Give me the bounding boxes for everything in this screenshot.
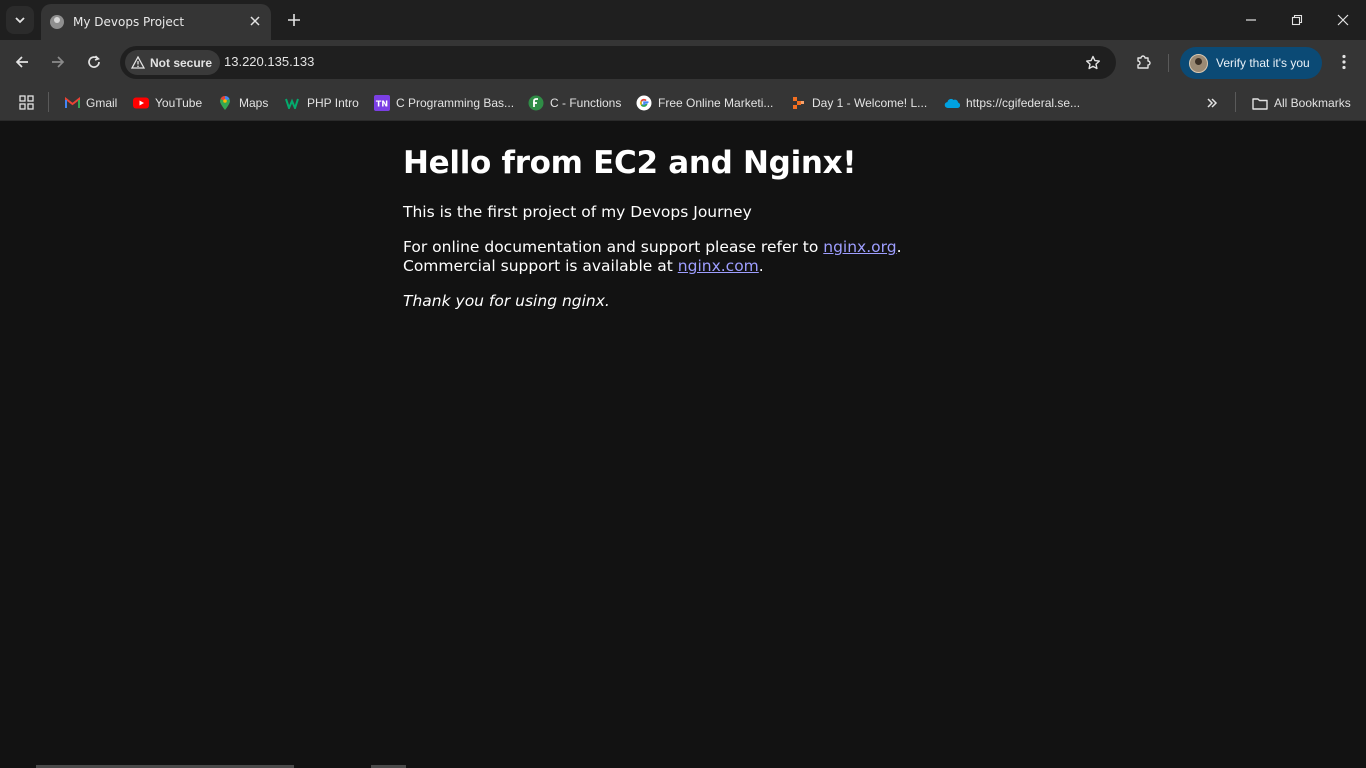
apps-grid-icon bbox=[18, 94, 34, 110]
bookmark-label: PHP Intro bbox=[307, 96, 359, 110]
toolbar-divider bbox=[1168, 54, 1169, 72]
close-icon bbox=[250, 16, 260, 26]
bookmarks-bar: Gmail YouTube Maps PHP Intro TN C Progra… bbox=[0, 85, 1366, 121]
page-content: Hello from EC2 and Nginx! This is the fi… bbox=[403, 143, 963, 311]
bookmark-cgifederal[interactable]: https://cgifederal.se... bbox=[944, 91, 1080, 115]
support-period: . bbox=[758, 257, 764, 275]
nginx-com-link[interactable]: nginx.com bbox=[678, 257, 759, 275]
bookmark-label: Maps bbox=[239, 96, 269, 110]
nginx-org-link[interactable]: nginx.org bbox=[823, 238, 896, 256]
bookmark-free-online-marketing[interactable]: Free Online Marketi... bbox=[636, 91, 773, 115]
bookmark-label: YouTube bbox=[155, 96, 203, 110]
bookmark-label: Free Online Marketi... bbox=[658, 96, 774, 110]
intro-text: This is the first project of my Devops J… bbox=[403, 203, 752, 221]
tab-active[interactable]: My Devops Project bbox=[41, 4, 271, 40]
security-chip[interactable]: Not secure bbox=[125, 50, 221, 75]
browser-menu-button[interactable] bbox=[1330, 48, 1358, 76]
youtube-icon bbox=[133, 95, 149, 111]
bookmark-label: C Programming Bas... bbox=[396, 96, 515, 110]
bookmark-day-1-welcome[interactable]: Day 1 - Welcome! L... bbox=[790, 91, 927, 115]
address-bar[interactable]: Not secure 13.220.135.133 bbox=[120, 46, 1116, 79]
security-label: Not secure bbox=[150, 55, 213, 70]
profile-label: Verify that it's you bbox=[1216, 56, 1310, 70]
url-text[interactable]: 13.220.135.133 bbox=[224, 54, 314, 69]
orange-logo-icon bbox=[790, 95, 806, 111]
bookmark-gmail[interactable]: Gmail bbox=[64, 91, 117, 115]
reload-icon bbox=[88, 55, 100, 68]
bookmark-php-intro[interactable]: PHP Intro bbox=[285, 91, 359, 115]
bookmark-label: C - Functions bbox=[550, 96, 622, 110]
minimize-button[interactable] bbox=[1228, 0, 1274, 40]
close-window-button[interactable] bbox=[1320, 0, 1366, 40]
apps-button[interactable] bbox=[16, 92, 36, 112]
docs-paragraph: For online documentation and support ple… bbox=[403, 238, 963, 276]
toolbar: Not secure 13.220.135.133 Verify that it… bbox=[0, 40, 1366, 85]
thanks-text: Thank you for using nginx. bbox=[403, 292, 610, 310]
window-controls bbox=[1228, 0, 1366, 40]
chevron-double-right-icon bbox=[1207, 98, 1218, 108]
bookmark-label: https://cgifederal.se... bbox=[966, 96, 1081, 110]
tn-icon: TN bbox=[374, 95, 390, 111]
tab-strip: My Devops Project bbox=[0, 0, 1366, 40]
profile-button[interactable]: Verify that it's you bbox=[1180, 47, 1322, 79]
bookmark-label: Gmail bbox=[86, 96, 118, 110]
page-heading: Hello from EC2 and Nginx! bbox=[403, 145, 857, 181]
forward-button[interactable] bbox=[44, 48, 72, 76]
google-icon bbox=[636, 95, 652, 111]
arrow-right-icon bbox=[52, 56, 65, 68]
bookmark-c-functions[interactable]: C - Functions bbox=[528, 91, 621, 115]
arrow-left-icon bbox=[15, 56, 28, 68]
support-text: Commercial support is available at bbox=[403, 257, 678, 275]
close-icon bbox=[1337, 14, 1349, 26]
back-button[interactable] bbox=[8, 48, 36, 76]
bookmarks-divider bbox=[1235, 92, 1236, 112]
maps-icon bbox=[217, 95, 233, 111]
more-bookmarks-button[interactable] bbox=[1202, 93, 1222, 113]
bookmark-c-programming[interactable]: TN C Programming Bas... bbox=[374, 91, 514, 115]
puzzle-icon bbox=[1137, 55, 1151, 69]
tab-close-button[interactable] bbox=[247, 13, 263, 29]
star-icon bbox=[1086, 55, 1100, 70]
globe-icon bbox=[50, 15, 64, 29]
salesforce-cloud-icon bbox=[944, 95, 960, 111]
bookmark-maps[interactable]: Maps bbox=[217, 91, 268, 115]
all-bookmarks-label: All Bookmarks bbox=[1274, 96, 1351, 110]
new-tab-button[interactable] bbox=[282, 8, 306, 32]
chevron-down-icon bbox=[15, 17, 25, 24]
bookmark-label: Day 1 - Welcome! L... bbox=[812, 96, 928, 110]
tab-title: My Devops Project bbox=[73, 15, 185, 29]
bookmark-youtube[interactable]: YouTube bbox=[133, 91, 202, 115]
docs-period: . bbox=[896, 238, 902, 256]
more-vertical-icon bbox=[1342, 54, 1346, 70]
extensions-button[interactable] bbox=[1130, 48, 1158, 76]
minimize-icon bbox=[1246, 19, 1256, 21]
svg-text:TN: TN bbox=[376, 100, 388, 109]
web-page: Hello from EC2 and Nginx! This is the fi… bbox=[0, 121, 1366, 768]
bookmark-star-button[interactable] bbox=[1082, 52, 1104, 74]
all-bookmarks-button[interactable]: All Bookmarks bbox=[1252, 91, 1351, 115]
docs-text: For online documentation and support ple… bbox=[403, 238, 824, 256]
folder-icon bbox=[1252, 95, 1268, 111]
avatar bbox=[1189, 53, 1208, 73]
green-logo-icon bbox=[528, 95, 544, 111]
restore-icon bbox=[1291, 14, 1303, 26]
w3schools-icon bbox=[285, 95, 301, 111]
bookmarks-divider bbox=[48, 92, 49, 112]
warning-icon bbox=[131, 56, 145, 69]
reload-button[interactable] bbox=[80, 48, 108, 76]
gmail-icon bbox=[64, 95, 80, 111]
plus-icon bbox=[288, 14, 300, 26]
tab-search-button[interactable] bbox=[6, 6, 34, 34]
restore-button[interactable] bbox=[1274, 0, 1320, 40]
